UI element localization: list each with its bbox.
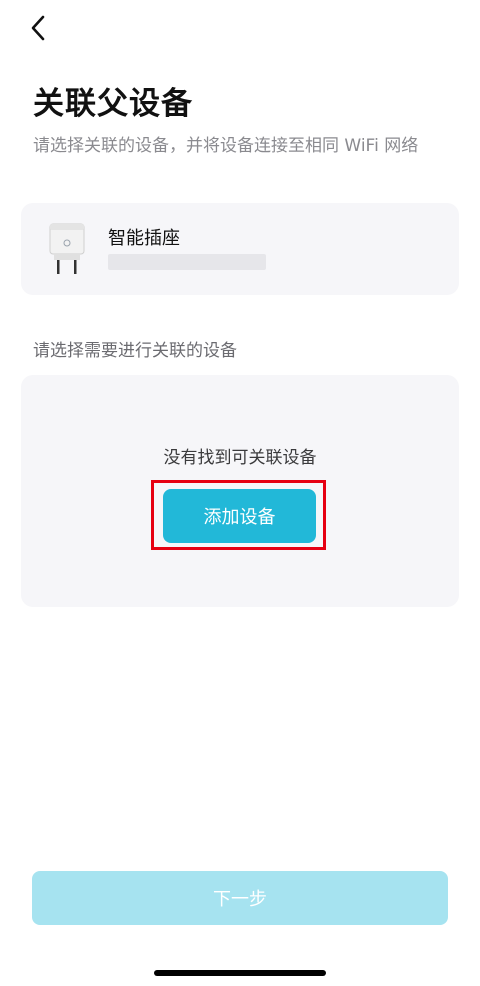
add-device-button[interactable]: 添加设备 xyxy=(163,489,316,543)
page-subtitle: 请选择关联的设备，并将设备连接至相同 WiFi 网络 xyxy=(33,136,419,156)
device-name: 智能插座 xyxy=(108,228,180,249)
device-id-redacted xyxy=(108,254,266,270)
home-indicator xyxy=(154,970,326,976)
chevron-left-icon xyxy=(31,15,45,41)
next-button[interactable]: 下一步 xyxy=(32,871,448,925)
empty-state-text: 没有找到可关联设备 xyxy=(163,448,317,468)
section-label: 请选择需要进行关联的设备 xyxy=(33,341,237,361)
back-button[interactable] xyxy=(20,10,56,46)
page-title: 关联父设备 xyxy=(33,86,193,122)
smart-plug-icon xyxy=(49,223,85,274)
